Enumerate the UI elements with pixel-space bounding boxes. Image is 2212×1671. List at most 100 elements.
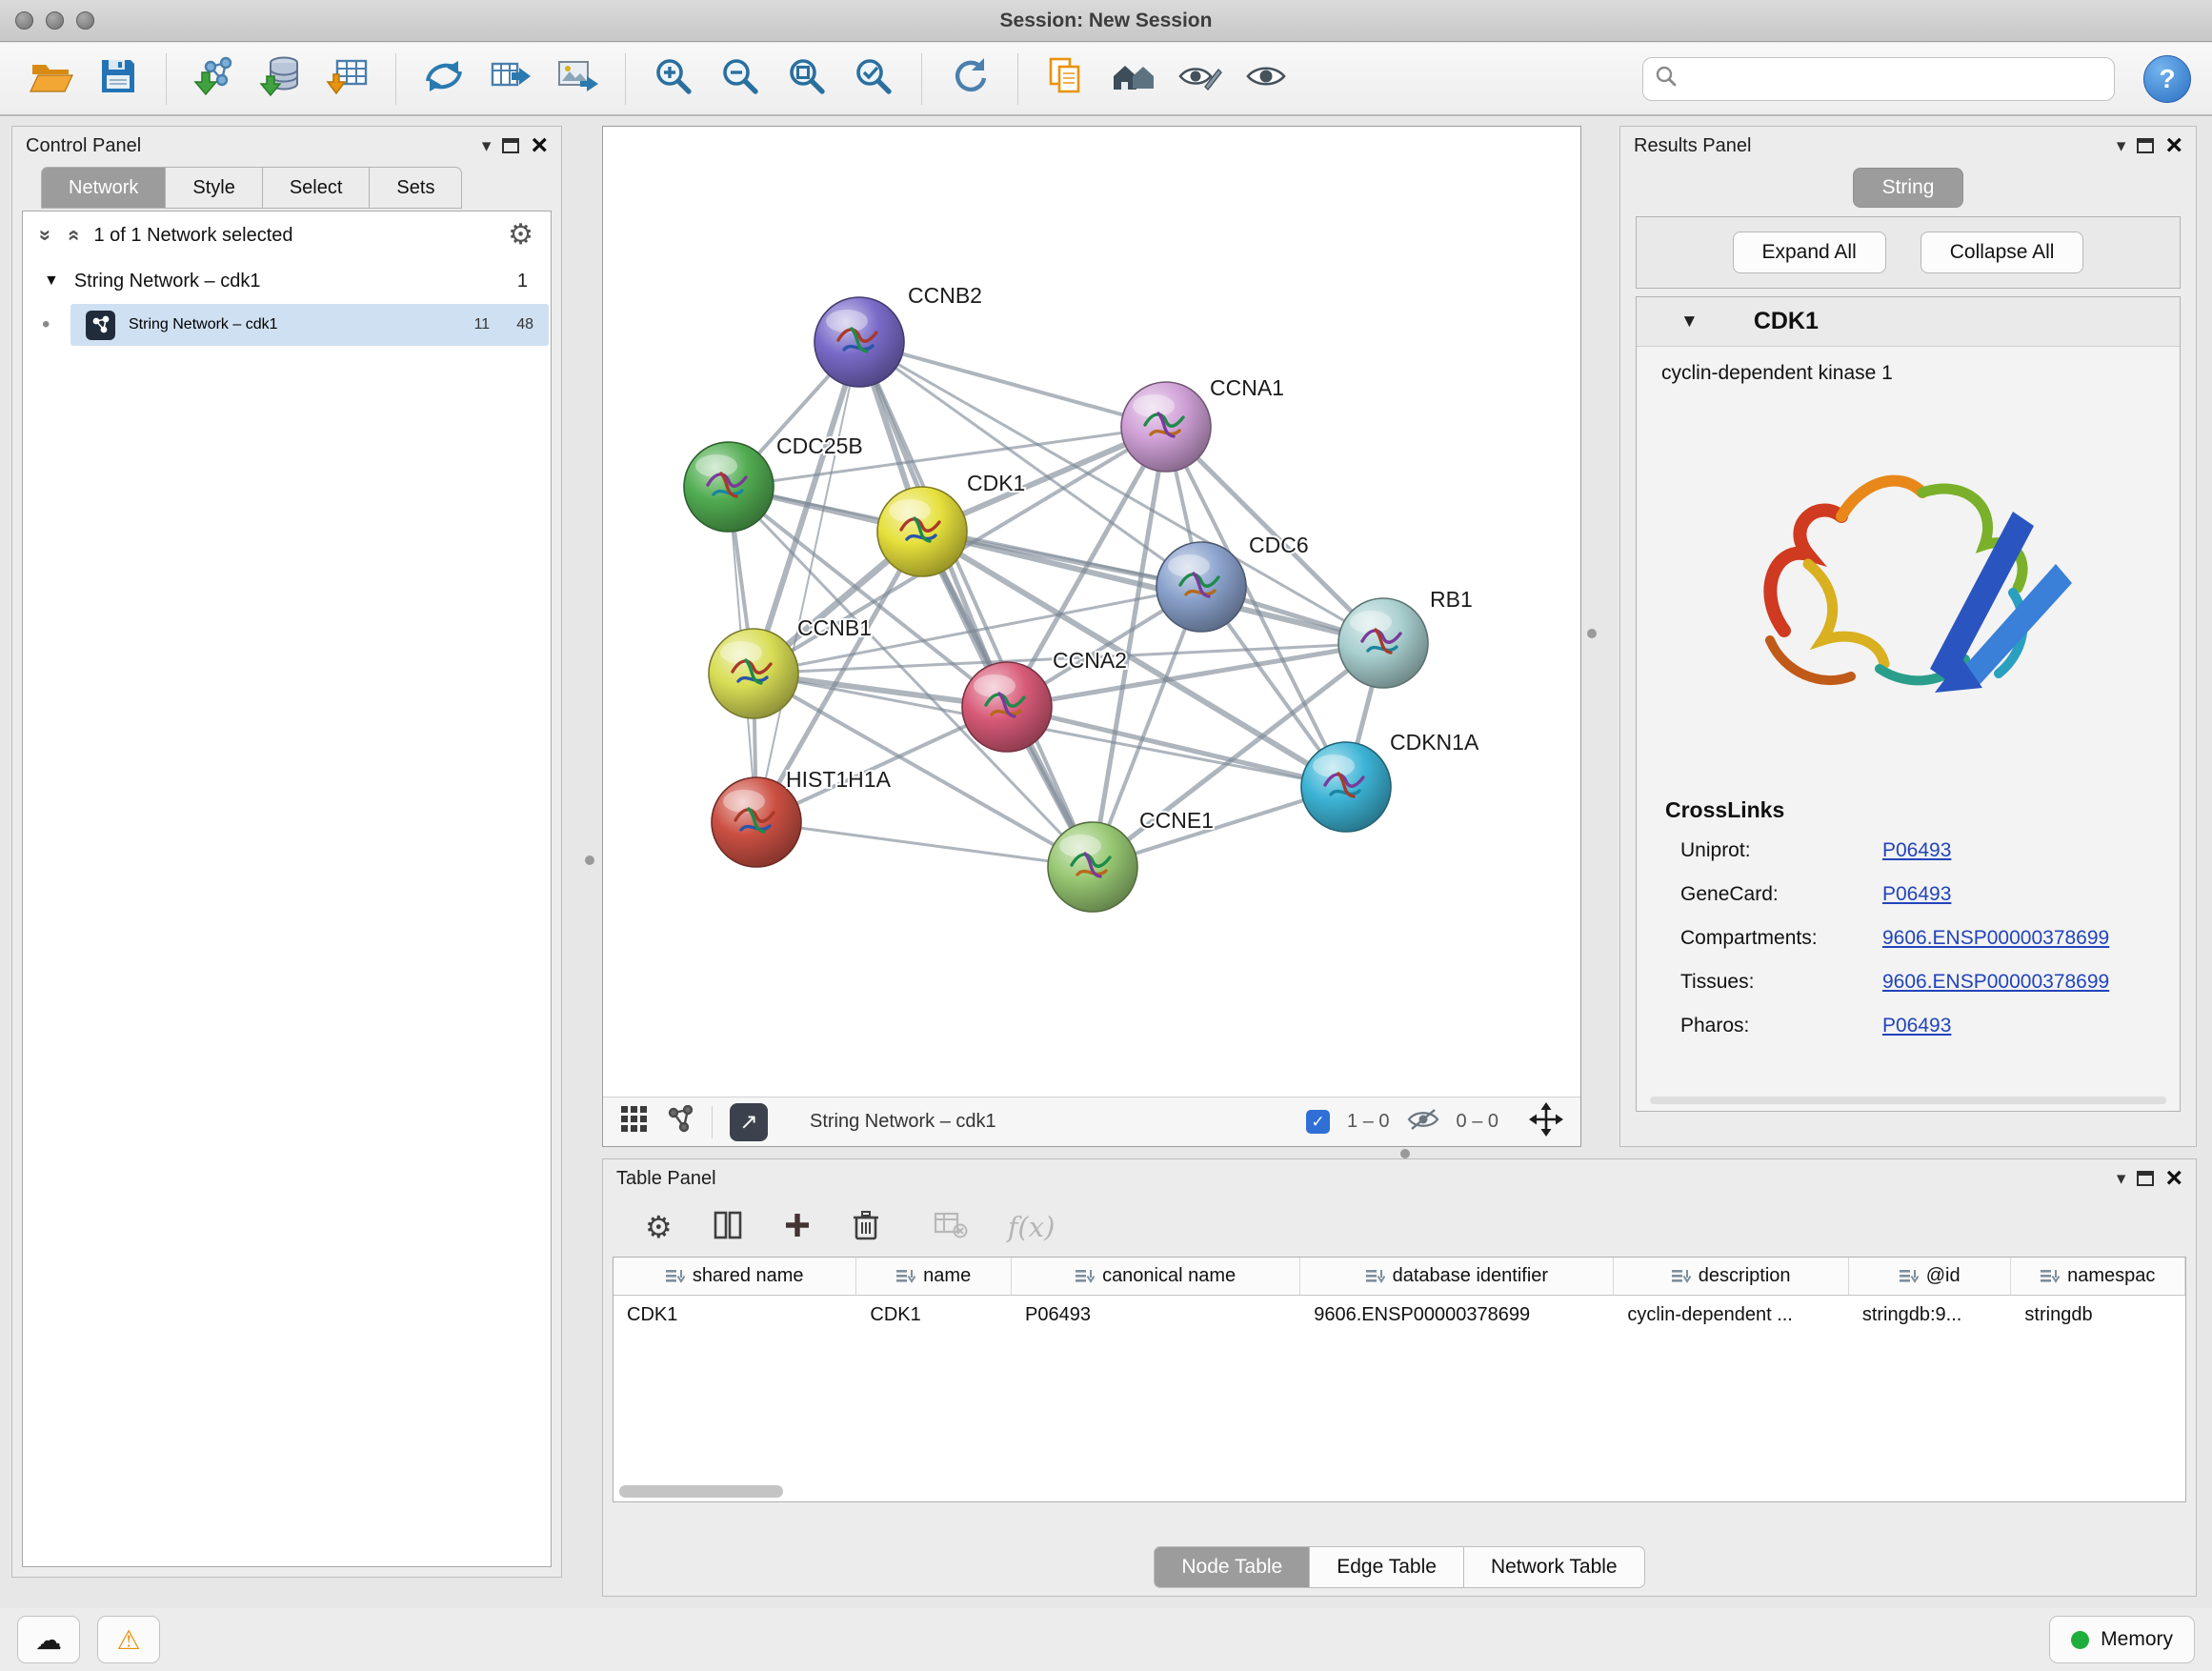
zoom-fit-button[interactable] [776, 49, 837, 110]
network-node-CDC6[interactable] [1156, 542, 1246, 632]
tab-node-table[interactable]: Node Table [1154, 1546, 1309, 1588]
panel-menu-button[interactable]: ▾ [2117, 1168, 2126, 1190]
zoom-window-button[interactable] [76, 11, 94, 30]
search-input[interactable] [1687, 68, 2102, 90]
network-canvas[interactable]: CCNB2CCNA1CDC25BCDK1CDC6RB1CCNB1CCNA2CDK… [603, 127, 1580, 1097]
network-node-CCNE1[interactable] [1048, 822, 1137, 912]
network-options-gear-icon[interactable]: ⚙ [508, 221, 533, 250]
pan-move-icon[interactable] [1529, 1102, 1563, 1141]
table-row[interactable]: CDK1CDK1P064939606.ENSP00000378699cyclin… [613, 1296, 2185, 1336]
copy-document-button[interactable] [1036, 49, 1096, 110]
apply-layout-button[interactable] [939, 49, 1000, 110]
column-header[interactable]: name [856, 1258, 1012, 1295]
panel-menu-button[interactable]: ▾ [2117, 135, 2126, 157]
import-network-file-button[interactable] [184, 49, 245, 110]
column-header[interactable]: namespac [2011, 1258, 2185, 1295]
float-panel-button[interactable] [2137, 138, 2154, 153]
tab-network-table[interactable]: Network Table [1463, 1546, 1645, 1588]
network-edge[interactable] [756, 342, 859, 822]
annotation-mode-button[interactable] [1169, 49, 1230, 110]
crosslink-link[interactable]: P06493 [1882, 1015, 1951, 1037]
network-node-CCNA1[interactable] [1121, 382, 1211, 472]
table-settings-gear-icon[interactable]: ⚙ [645, 1212, 673, 1242]
network-row[interactable]: • String Network – cdk1 11 48 [23, 303, 551, 347]
merge-networks-button[interactable] [413, 49, 474, 110]
close-panel-button[interactable]: × [531, 131, 548, 160]
gene-card-header[interactable]: ▼ CDK1 [1637, 297, 2180, 347]
network-from-table-button[interactable] [480, 49, 541, 110]
memory-button[interactable]: Memory [2049, 1616, 2195, 1663]
column-header[interactable]: canonical name [1012, 1258, 1300, 1295]
open-browsers-button[interactable] [1102, 49, 1163, 110]
close-window-button[interactable] [15, 11, 33, 30]
close-panel-button[interactable]: × [2165, 131, 2182, 160]
tab-select[interactable]: Select [262, 167, 370, 209]
splitter-handle[interactable] [1587, 629, 1597, 638]
splitter-handle[interactable] [585, 856, 594, 865]
node-table-grid[interactable]: shared name name canonical namedatabase id… [613, 1257, 2186, 1502]
crosslink-link[interactable]: P06493 [1882, 839, 1951, 862]
float-panel-button[interactable] [2137, 1171, 2154, 1186]
open-session-button[interactable] [21, 49, 82, 110]
hidden-eye-slash-icon[interactable] [1407, 1107, 1439, 1137]
network-node-CCNB1[interactable] [709, 629, 798, 718]
network-node-CCNA2[interactable] [962, 662, 1052, 752]
zoom-in-button[interactable] [643, 49, 704, 110]
warnings-button[interactable]: ⚠ [97, 1616, 160, 1663]
expand-all-icon[interactable]: » [33, 230, 58, 241]
results-scrollbar[interactable] [1650, 1097, 2166, 1104]
collection-caret-icon[interactable]: ▼ [44, 272, 59, 290]
tab-string[interactable]: String [1853, 168, 1964, 208]
help-button[interactable]: ? [2143, 55, 2191, 103]
network-edge[interactable] [756, 822, 1093, 867]
export-image-button[interactable] [547, 49, 608, 110]
tab-style[interactable]: Style [165, 167, 261, 209]
collapse-section-icon[interactable]: ▼ [1680, 312, 1699, 332]
column-header[interactable]: database identifier [1300, 1258, 1614, 1295]
splitter-handle[interactable] [1400, 1149, 1410, 1158]
save-session-button[interactable] [88, 49, 149, 110]
column-header[interactable]: description [1614, 1258, 1848, 1295]
network-collection-row[interactable]: ▼ String Network – cdk1 1 [23, 259, 551, 303]
network-edge[interactable] [859, 342, 1093, 867]
network-node-RB1[interactable] [1338, 598, 1428, 688]
import-network-database-button[interactable] [251, 49, 312, 110]
column-header[interactable]: shared name [613, 1258, 856, 1295]
delete-column-icon[interactable] [852, 1209, 880, 1245]
close-panel-button[interactable]: × [2165, 1164, 2182, 1193]
network-share-icon[interactable] [666, 1105, 694, 1138]
panel-menu-button[interactable]: ▾ [482, 135, 492, 157]
float-panel-button[interactable] [502, 138, 519, 153]
collapse-all-button[interactable]: Collapse All [1920, 232, 2084, 273]
tab-edge-table[interactable]: Edge Table [1309, 1546, 1463, 1588]
add-column-icon[interactable] [783, 1211, 812, 1243]
tab-network[interactable]: Network [41, 167, 165, 209]
network-node-CDK1[interactable] [877, 487, 967, 576]
network-node-CCNB2[interactable] [814, 297, 904, 387]
column-header-label: name [923, 1265, 971, 1287]
expand-all-button[interactable]: Expand All [1733, 232, 1886, 273]
network-row-selected[interactable]: String Network – cdk1 11 48 [70, 304, 549, 346]
minimize-window-button[interactable] [46, 11, 64, 30]
import-table-button[interactable] [317, 49, 378, 110]
network-view[interactable]: CCNB2CCNA1CDC25BCDK1CDC6RB1CCNB1CCNA2CDK… [602, 126, 1581, 1147]
crosslink-link[interactable]: P06493 [1882, 883, 1951, 906]
network-node-CDC25B[interactable] [684, 442, 774, 532]
crosslink-link[interactable]: 9606.ENSP00000378699 [1882, 971, 2109, 994]
search-box[interactable] [1642, 57, 2115, 101]
zoom-selected-button[interactable] [843, 49, 904, 110]
zoom-out-button[interactable] [710, 49, 771, 110]
birdseye-grid-icon[interactable] [620, 1105, 649, 1138]
network-node-CDKN1A[interactable] [1301, 742, 1391, 832]
tab-sets[interactable]: Sets [369, 167, 462, 209]
horizontal-scrollbar[interactable] [619, 1485, 783, 1498]
show-hide-button[interactable] [1236, 49, 1297, 110]
network-edge[interactable] [859, 342, 1166, 427]
crosslink-link[interactable]: 9606.ENSP00000378699 [1882, 927, 2109, 950]
collapse-all-icon[interactable]: » [60, 230, 85, 241]
selected-checkbox[interactable]: ✓ [1306, 1110, 1330, 1134]
column-header[interactable]: @id [1849, 1258, 2012, 1295]
cloud-status-button[interactable]: ☁ [17, 1616, 80, 1663]
open-in-window-button[interactable]: ↗ [730, 1103, 768, 1141]
show-columns-icon[interactable] [713, 1210, 743, 1244]
